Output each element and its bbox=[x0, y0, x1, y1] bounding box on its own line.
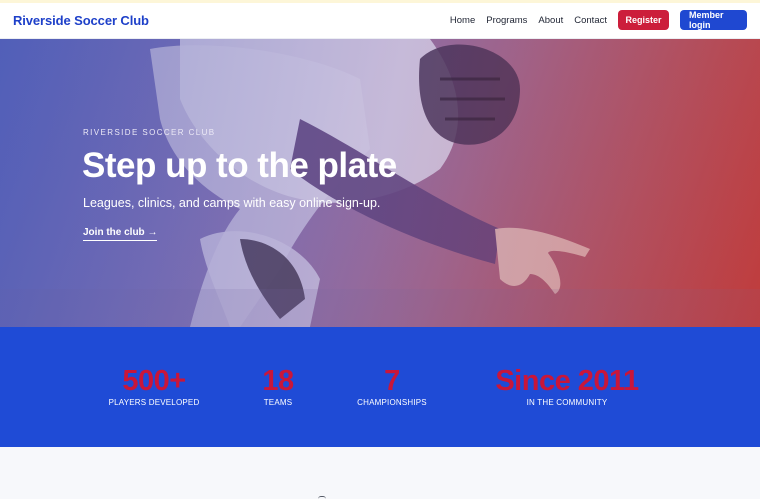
nav-link-contact[interactable]: Contact bbox=[574, 15, 607, 26]
site-header: Riverside Soccer Club Home Programs Abou… bbox=[0, 3, 760, 39]
hero-eyebrow: RIVERSIDE SOCCER CLUB bbox=[83, 128, 216, 137]
main-nav: Home Programs About Contact Register Mem… bbox=[450, 10, 747, 30]
member-login-button[interactable]: Member login bbox=[680, 10, 747, 30]
stat-teams: 18 TEAMS bbox=[253, 366, 303, 407]
stat-value: Since 2011 bbox=[495, 365, 639, 397]
brand-logo-link[interactable]: Riverside Soccer Club bbox=[13, 13, 149, 28]
lower-section bbox=[0, 447, 760, 499]
hero-banner: RIVERSIDE SOCCER CLUB Step up to the pla… bbox=[0, 39, 760, 327]
nav-link-programs[interactable]: Programs bbox=[486, 15, 527, 26]
nav-link-home[interactable]: Home bbox=[450, 15, 475, 26]
stat-label: IN THE COMMUNITY bbox=[526, 398, 608, 407]
stat-label: CHAMPIONSHIPS bbox=[357, 398, 427, 407]
nav-link-about[interactable]: About bbox=[538, 15, 563, 26]
stat-label: PLAYERS DEVELOPED bbox=[108, 398, 200, 407]
register-button[interactable]: Register bbox=[618, 10, 669, 30]
stat-value: 500+ bbox=[122, 365, 186, 397]
stat-value: 7 bbox=[384, 365, 400, 397]
hero-subtitle: Leagues, clinics, and camps with easy on… bbox=[83, 196, 381, 210]
stat-value: 18 bbox=[262, 365, 294, 397]
stats-band: 500+ PLAYERS DEVELOPED 18 TEAMS 7 CHAMPI… bbox=[0, 327, 760, 447]
stat-players: 500+ PLAYERS DEVELOPED bbox=[104, 366, 204, 407]
stat-championships: 7 CHAMPIONSHIPS bbox=[352, 366, 432, 407]
join-club-link[interactable]: Join the club → bbox=[83, 227, 158, 241]
stat-label: TEAMS bbox=[263, 398, 293, 407]
stat-since: Since 2011 IN THE COMMUNITY bbox=[482, 366, 652, 407]
hero-title: Step up to the plate bbox=[82, 146, 397, 185]
